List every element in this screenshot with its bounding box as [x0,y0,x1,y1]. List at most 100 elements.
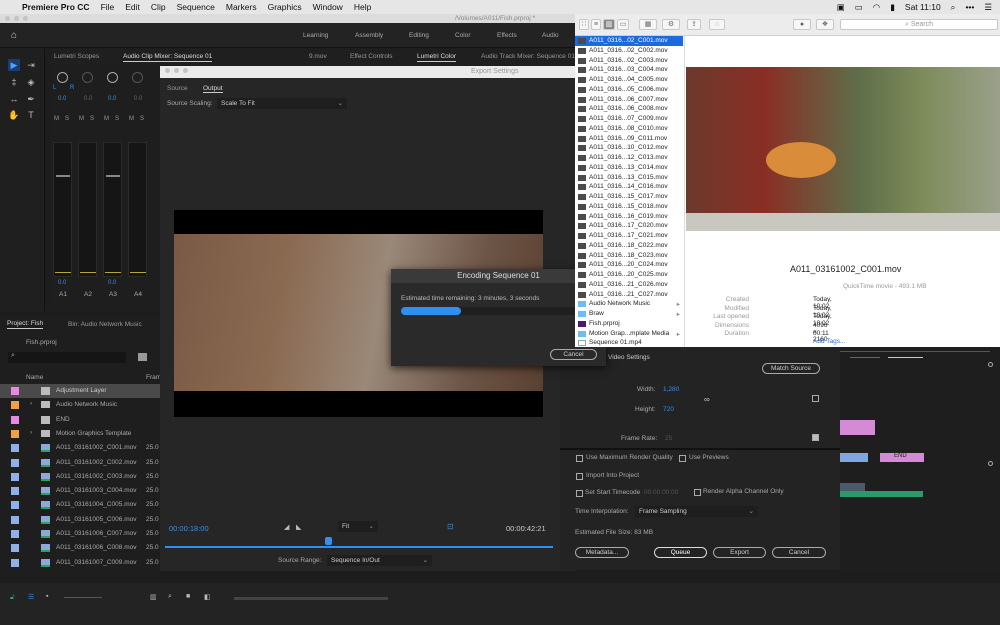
finder-item[interactable]: A011_0316...20_C025.mov [575,270,683,280]
workspace-audio[interactable]: Audio [542,32,559,39]
finder-item[interactable]: Braw ▸ [575,309,683,319]
project-item[interactable]: A011_03161005_C006.mov 25.0 [0,513,160,527]
use-previews-checkbox[interactable] [679,455,686,462]
find-icon[interactable]: ⌕ [168,593,172,601]
icon-view-icon[interactable]: ▪ [46,593,48,600]
pan-knob-a1[interactable] [57,72,68,83]
tab-export-output[interactable]: Output [203,85,223,93]
lock-icon[interactable]: 🔓︎ [10,594,15,602]
timeline-zoom-scrollbar[interactable] [234,597,388,600]
hand-tool-icon[interactable]: ✋ [8,109,20,121]
playhead-handle[interactable] [325,537,332,545]
finder-item[interactable]: A011_0316...08_C010.mov [575,124,683,134]
project-item[interactable]: A011_03161002_C002.mov 25.0 [0,456,160,470]
menu-markers[interactable]: Markers [226,2,257,12]
finder-item[interactable]: A011_0316...06_C007.mov [575,95,683,105]
frame-rate-checkbox[interactable] [812,434,819,441]
screen-icon[interactable]: ▣ [837,2,845,13]
export-button[interactable]: Export [713,547,766,558]
queue-button[interactable]: Queue [654,547,707,558]
source-range-bar[interactable] [165,546,553,548]
menu-graphics[interactable]: Graphics [268,2,302,12]
tab-lumetri-color[interactable]: Lumetri Color [417,53,457,62]
workspace-editing[interactable]: Editing [409,32,429,39]
project-item[interactable]: A011_03161002_C001.mov 25.0 [0,441,160,455]
notification-center-icon[interactable]: ☰ [984,2,992,13]
set-in-point-icon[interactable]: ◢ [284,523,289,531]
expand-chevron-icon[interactable]: › [30,400,32,407]
workspace-learning[interactable]: Learning [303,32,328,39]
share-icon[interactable]: ⇪ [687,19,701,30]
end-clip[interactable]: END [880,453,924,462]
finder-item[interactable]: A011_0316...09_C011.mov [575,134,683,144]
frame-rate-value[interactable]: 25 [665,435,672,442]
pan-value-a3[interactable]: 0.0 [108,96,116,102]
label-color-swatch[interactable] [11,387,19,395]
pan-value-a4[interactable]: 0.0 [134,96,142,102]
finder-item[interactable]: A011_0316...12_C013.mov [575,153,683,163]
dropbox-icon[interactable]: ❖ [816,19,834,30]
link-dimensions-icon[interactable]: ∞ [704,395,710,404]
tags-icon[interactable]: ◌ [709,19,725,30]
label-color-swatch[interactable] [11,558,19,567]
cancel-export-button[interactable]: Cancel [772,547,826,558]
finder-item[interactable]: A011_0316...17_C020.mov [575,221,683,231]
label-color-swatch[interactable] [11,487,19,496]
pan-value-a1[interactable]: 0.0 [58,96,66,102]
tab-audio-clip-mixer[interactable]: Audio Clip Mixer: Sequence 01 [123,53,213,62]
project-item[interactable]: END [0,413,160,427]
project-item[interactable]: › Audio Network Music [0,398,160,412]
finder-item[interactable]: A011_0316...17_C021.mov [575,231,683,241]
project-item[interactable]: A011_03161002_C003.mov 25.0 [0,470,160,484]
pen-tool-icon[interactable]: ✒ [25,93,37,105]
finder-item[interactable]: A011_0316...10_C012.mov [575,143,683,153]
width-height-checkbox[interactable] [812,395,819,402]
project-item[interactable]: A011_03161004_C005.mov 25.0 [0,498,160,512]
set-start-timecode-checkbox[interactable] [576,490,583,497]
column-header-name[interactable]: Name [26,374,43,381]
video-clip[interactable] [840,453,868,462]
expand-chevron-icon[interactable]: › [30,429,32,436]
track-select-tool-icon[interactable]: ⇥ [25,59,37,71]
label-color-swatch[interactable] [11,415,19,424]
set-out-point-icon[interactable]: ◣ [296,523,301,531]
pan-value-a2[interactable]: 0.0 [84,96,92,102]
pan-knob-a2[interactable] [82,72,93,83]
finder-item[interactable]: A011_0316...15_C017.mov [575,192,683,202]
finder-item[interactable]: A011_0316...15_C018.mov [575,202,683,212]
type-tool-icon[interactable]: T [25,109,37,121]
label-color-swatch[interactable] [11,501,19,510]
finder-item[interactable]: Fish.prproj [575,319,683,329]
tab-bin-audio-network-music[interactable]: Bin: Audio Network Music [68,321,142,328]
clock[interactable]: Sat 11:10 [905,2,941,12]
battery-icon[interactable]: ▮ [890,2,895,13]
list-view-icon[interactable]: ≡ [591,19,601,30]
new-item-icon[interactable]: ◧ [204,593,211,601]
scroll-handle[interactable] [988,362,993,367]
label-color-swatch[interactable] [11,444,19,453]
gallery-view-icon[interactable]: ▭ [617,19,629,30]
solo-a1[interactable]: S [65,116,69,122]
pan-knob-a4[interactable] [132,72,143,83]
finder-item[interactable]: A011_0316...06_C008.mov [575,104,683,114]
scroll-handle[interactable] [988,461,993,466]
solo-a4[interactable]: S [140,116,144,122]
render-alpha-checkbox[interactable] [694,489,701,496]
project-item[interactable]: A011_03161003_C004.mov 25.0 [0,484,160,498]
new-search-bin-icon[interactable] [138,353,147,361]
time-interpolation-dropdown[interactable]: Frame Sampling ⌄ [635,506,758,517]
workspace-assembly[interactable]: Assembly [355,32,383,39]
finder-item[interactable]: A011_0316...05_C006.mov [575,85,683,95]
project-search-input[interactable]: ⌕ [8,352,126,363]
solo-a2[interactable]: S [90,116,94,122]
column-view-icon[interactable]: ▥ [603,19,615,30]
airplay-icon[interactable]: ▭ [855,2,863,13]
zoom-slider[interactable] [64,597,102,598]
finder-item[interactable]: Sequence 01.mp4 [575,338,683,348]
list-view-icon[interactable]: ☰ [28,593,34,601]
audio-clip[interactable] [840,491,923,497]
fader-a2[interactable] [78,142,97,277]
finder-item[interactable]: A011_0316...13_C014.mov [575,163,683,173]
finder-item[interactable]: A011_0316...03_C004.mov [575,65,683,75]
mute-a4[interactable]: M [129,116,134,122]
